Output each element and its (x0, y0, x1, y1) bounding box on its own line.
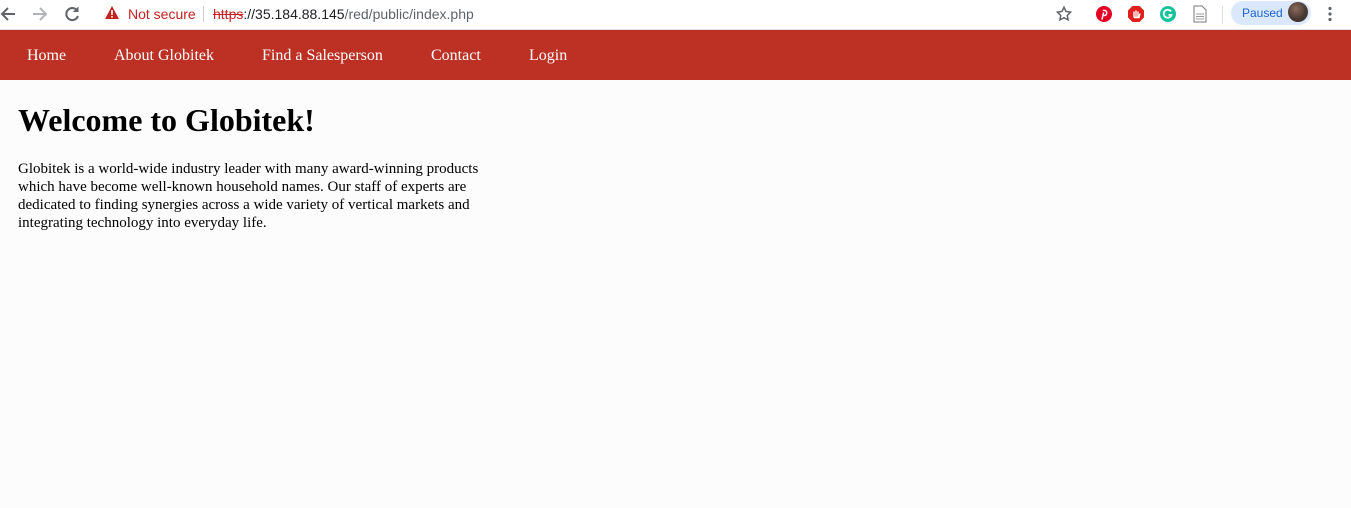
url-path: /red/public/index.php (344, 6, 474, 22)
warning-icon (104, 5, 120, 23)
nav-contact[interactable]: Contact (431, 30, 481, 80)
profile-status-label: Paused (1242, 6, 1283, 20)
nav-login[interactable]: Login (529, 30, 567, 80)
security-indicator[interactable]: Not secure (104, 3, 196, 25)
nav-about-globitek[interactable]: About Globitek (114, 30, 214, 80)
divider (203, 6, 204, 22)
divider (1222, 6, 1223, 24)
forward-arrow-icon[interactable] (28, 2, 52, 26)
security-label: Not secure (128, 6, 196, 22)
browser-toolbar: Not secure https://35.184.88.145/red/pub… (0, 0, 1351, 30)
intro-paragraph: Globitek is a world-wide industry leader… (18, 161, 479, 231)
nav-find-a-salesperson[interactable]: Find a Salesperson (262, 30, 383, 80)
profile-avatar[interactable] (1288, 2, 1308, 22)
url-scheme: https (213, 6, 244, 22)
adblock-icon[interactable] (1125, 3, 1147, 25)
site-nav: Home About Globitek Find a Salesperson C… (0, 30, 1351, 80)
reload-icon[interactable] (60, 2, 84, 26)
star-icon[interactable] (1053, 3, 1075, 25)
address-bar[interactable]: https://35.184.88.145/red/public/index.p… (213, 3, 474, 25)
grammarly-icon[interactable] (1157, 3, 1179, 25)
nav-home[interactable]: Home (27, 30, 66, 80)
page-icon[interactable] (1189, 3, 1211, 25)
back-arrow-icon[interactable] (0, 2, 20, 26)
url-host: ://35.184.88.145 (243, 6, 345, 22)
page-title: Welcome to Globitek! (18, 102, 315, 138)
pinterest-icon[interactable] (1093, 3, 1115, 25)
more-vert-icon[interactable] (1319, 3, 1341, 25)
